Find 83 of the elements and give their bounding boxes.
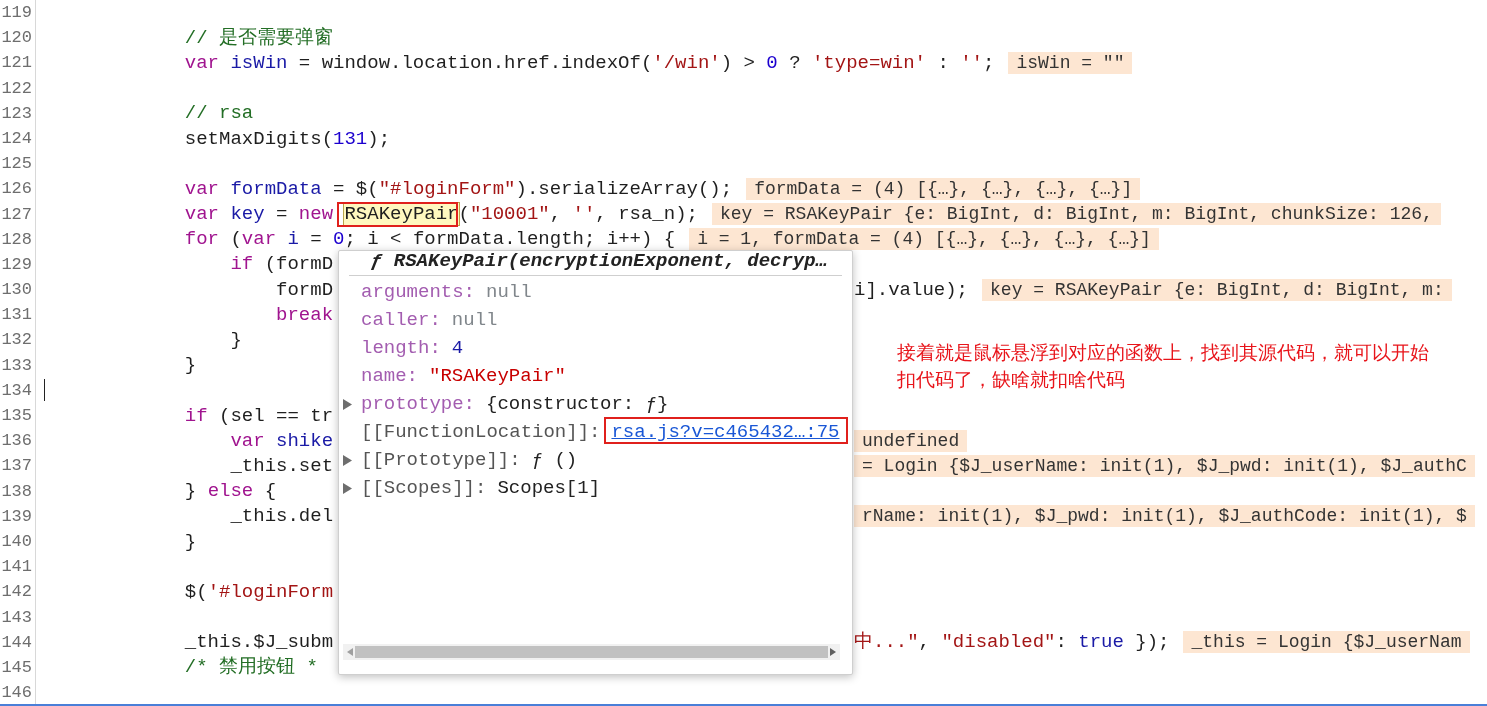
inline-value: = Login {$J_userName: init(1), $J_pwd: init(1), $J_authC — [854, 454, 1475, 477]
line-number: 143 — [0, 604, 36, 630]
line-number: 133 — [0, 352, 36, 378]
line-number: 146 — [0, 680, 36, 704]
code-line: setMaxDigits(131); — [184, 126, 391, 151]
code-line: } — [184, 353, 197, 378]
line-number: 132 — [0, 327, 36, 353]
line-number: 127 — [0, 201, 36, 227]
code-line: var isWin = window.location.href.indexOf('/win') > 0 ? 'type=win' : ''; — [184, 50, 995, 75]
code-line: } else { — [184, 479, 277, 504]
code-line: var key = new RSAKeyPair("10001", '', rsa_n); — [184, 202, 698, 227]
code-line: var shike — [230, 428, 334, 453]
code-line: } — [184, 529, 197, 554]
code-line: _this.set — [230, 453, 334, 478]
property-name: [[Scopes]]: — [361, 477, 487, 499]
code-line: // rsa — [184, 101, 254, 126]
code-line: _this.$J_subm — [184, 630, 334, 655]
line-number: 128 — [0, 226, 36, 252]
code-line: 中...", "disabled": true }); — [854, 630, 1170, 655]
inline-value: _this = Login {$J_userNam — [1183, 631, 1470, 654]
line-number: 140 — [0, 528, 36, 555]
inline-value: undefined — [854, 429, 968, 452]
line-number: 123 — [0, 100, 36, 126]
scroll-right-icon[interactable] — [830, 648, 836, 656]
line-number: 139 — [0, 503, 36, 529]
line-number: 137 — [0, 453, 36, 479]
property-value: null — [451, 309, 498, 331]
line-number: 124 — [0, 125, 36, 152]
line-number: 145 — [0, 654, 36, 681]
line-number: 144 — [0, 629, 36, 655]
line-number: 125 — [0, 151, 36, 177]
line-number: 121 — [0, 50, 36, 76]
inline-value: isWin = "" — [1008, 51, 1133, 74]
function-signature: ƒ RSAKeyPair(encryptionExponent, decryp… — [349, 251, 842, 276]
inline-value: formData = (4) [{…}, {…}, {…}, {…}] — [746, 177, 1141, 200]
property-name: arguments: — [361, 281, 476, 303]
property-value: ƒ () — [531, 449, 578, 471]
line-number: 131 — [0, 302, 36, 328]
code-line: var formData = $("#loginForm").serializeArray(); — [184, 176, 733, 201]
code-line: // 是否需要弹窗 — [184, 25, 334, 50]
property-name: [[Prototype]]: — [361, 449, 521, 471]
code-line: _this.del — [230, 504, 334, 529]
line-number: 135 — [0, 403, 36, 429]
property-value: Scopes[1] — [497, 477, 601, 499]
line-number: 141 — [0, 554, 36, 580]
line-number: 122 — [0, 75, 36, 101]
source-link[interactable]: rsa.js?v=c465432…:75 — [611, 421, 840, 443]
annotation-note: 接着就是鼠标悬浮到对应的函数上，找到其源代码，就可以开始 扣代码了，缺啥就扣啥代码 — [897, 340, 1429, 392]
line-number: 136 — [0, 428, 36, 454]
code-line: if (sel == tr — [184, 403, 334, 428]
inline-value: i = 1, formData = (4) [{…}, {…}, {…}, {…}] — [689, 228, 1159, 251]
property-value: {constructor: ƒ} — [486, 393, 669, 415]
expand-triangle-icon[interactable] — [343, 398, 352, 410]
code-line: for (var i = 0; i < formData.length; i++) { — [184, 227, 676, 252]
code-line: /* 禁用按钮 * — [184, 655, 318, 680]
code-line: if (formD — [230, 252, 334, 277]
property-name: caller: — [361, 309, 441, 331]
line-number: 129 — [0, 251, 36, 278]
line-number: 126 — [0, 176, 36, 202]
line-number: 120 — [0, 25, 36, 51]
property-value: "RSAKeyPair" — [429, 365, 566, 387]
inline-value: key = RSAKeyPair {e: BigInt, d: BigInt, m: BigInt, chunkSize: 126, — [712, 203, 1441, 226]
property-name: [[FunctionLocation]]: — [361, 421, 601, 443]
property-name: name: — [361, 365, 418, 387]
inline-value: key = RSAKeyPair {e: BigInt, d: BigInt, m: — [982, 278, 1452, 301]
expand-triangle-icon[interactable] — [343, 482, 352, 494]
property-name: prototype: — [361, 393, 476, 415]
code-line: formD — [276, 277, 334, 302]
expand-triangle-icon[interactable] — [343, 454, 352, 466]
code-line: $('#loginForm — [184, 579, 334, 604]
property-value: 4 — [451, 337, 464, 359]
property-name: length: — [361, 337, 441, 359]
code-line: } — [230, 328, 242, 353]
property-value: null — [486, 281, 532, 303]
code-line: break — [276, 302, 334, 327]
line-number: 142 — [0, 579, 36, 605]
inline-value: rName: init(1), $J_pwd: init(1), $J_authCode: init(1), $ — [854, 505, 1475, 528]
horizontal-scrollbar[interactable] — [343, 644, 840, 660]
line-number: 119 — [0, 0, 36, 26]
line-number: 130 — [0, 277, 36, 303]
line-number: 138 — [0, 478, 36, 504]
code-line: i].value); — [854, 277, 969, 302]
line-number: 134 — [0, 377, 36, 403]
